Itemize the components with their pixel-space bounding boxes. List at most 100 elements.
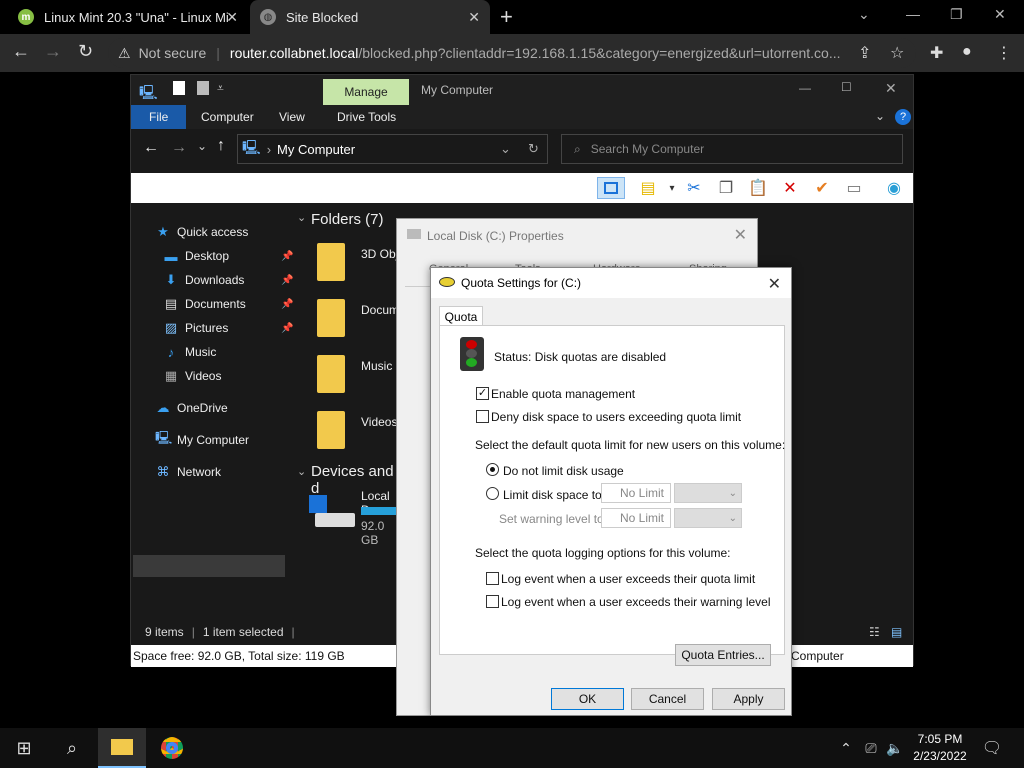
- folder-name[interactable]: 3D Obj: [361, 247, 398, 261]
- limit-unit-select[interactable]: ⌄: [674, 483, 742, 503]
- nav-label: Pictures: [185, 321, 229, 335]
- chevron-down-icon[interactable]: ⌄: [858, 6, 870, 23]
- cancel-button[interactable]: Cancel: [631, 688, 704, 710]
- folder-name[interactable]: Videos: [361, 415, 397, 429]
- system-clock[interactable]: 7:05 PM 2/23/2022: [908, 731, 972, 765]
- forward-arrow-icon[interactable]: →: [171, 139, 187, 157]
- close-icon[interactable]: ✕: [768, 274, 781, 294]
- nav-videos[interactable]: ▦ Videos: [163, 365, 222, 387]
- tab-file[interactable]: File: [131, 105, 187, 129]
- warning-unit-select[interactable]: ⌄: [674, 508, 742, 528]
- explorer-address-box[interactable]: 🖳 › My Computer ⌄ ↻: [237, 134, 548, 164]
- notification-icon[interactable]: 🗨: [978, 728, 1006, 768]
- search-input[interactable]: ⌕ Search My Computer: [561, 134, 903, 164]
- nav-downloads[interactable]: ⬇ Downloads 📌: [163, 269, 294, 291]
- copy-icon[interactable]: ❐: [715, 177, 737, 199]
- tab-view[interactable]: View: [269, 105, 315, 129]
- globe-icon[interactable]: ◉: [883, 177, 905, 199]
- windows-start-icon[interactable]: ⊞: [0, 728, 48, 768]
- chevron-down-icon[interactable]: ⌄: [297, 465, 306, 478]
- chevron-down-icon[interactable]: ▾: [661, 177, 683, 199]
- chevron-down-icon[interactable]: ⌄: [500, 141, 511, 157]
- dialog-title-bar: Quota Settings for (C:) ✕: [431, 268, 791, 298]
- chevron-down-icon[interactable]: ⌄: [297, 211, 306, 224]
- close-icon[interactable]: ✕: [468, 9, 480, 26]
- new-item-icon[interactable]: ▤: [637, 177, 659, 199]
- folder-name[interactable]: Docum: [361, 303, 399, 317]
- restore-icon[interactable]: ❐: [950, 6, 963, 23]
- limit-radio[interactable]: [486, 487, 499, 500]
- tab-site-blocked[interactable]: ◍ Site Blocked ✕: [250, 0, 490, 34]
- nav-desktop[interactable]: ▬ Desktop 📌: [163, 245, 294, 267]
- extensions-icon[interactable]: ✚: [930, 43, 943, 63]
- tab-quota[interactable]: Quota: [439, 306, 483, 326]
- no-limit-radio[interactable]: [486, 463, 499, 476]
- search-icon[interactable]: ⌕: [48, 728, 96, 768]
- properties-icon[interactable]: [173, 81, 185, 95]
- chrome-taskbar-icon[interactable]: [148, 728, 196, 768]
- delete-icon[interactable]: ✕: [779, 177, 801, 199]
- minimize-icon[interactable]: —: [906, 6, 920, 22]
- profile-icon[interactable]: ●: [962, 43, 972, 61]
- tab-linux-mint[interactable]: m Linux Mint 20.3 "Una" - Linux Mi ✕: [8, 0, 248, 34]
- chevron-down-icon[interactable]: ⌄: [875, 109, 885, 123]
- folders-header: Folders (7): [311, 211, 384, 228]
- apply-button[interactable]: Apply: [712, 688, 785, 710]
- star-icon[interactable]: ☆: [890, 43, 904, 63]
- log-limit-checkbox[interactable]: [486, 572, 499, 585]
- forward-button[interactable]: →: [44, 41, 62, 62]
- deny-space-checkbox[interactable]: [476, 410, 489, 423]
- network-icon[interactable]: ⎚: [860, 728, 882, 768]
- volume-icon[interactable]: 🔈: [884, 728, 906, 768]
- maximize-icon[interactable]: ☐: [841, 80, 852, 94]
- share-icon[interactable]: ⇪: [858, 43, 871, 63]
- rename-icon[interactable]: ✔: [811, 177, 833, 199]
- quota-status: Status: Disk quotas are disabled: [494, 350, 667, 364]
- nav-quick-access[interactable]: ★ Quick access: [155, 221, 248, 243]
- enable-quota-checkbox[interactable]: ✓: [476, 387, 489, 400]
- customize-quick-access-icon[interactable]: ⩡: [217, 81, 224, 96]
- close-window-icon[interactable]: ✕: [994, 6, 1006, 23]
- file-explorer-taskbar-icon[interactable]: [98, 728, 146, 768]
- nav-onedrive[interactable]: ☁ OneDrive: [155, 397, 228, 419]
- refresh-icon[interactable]: ↻: [528, 141, 539, 157]
- cut-icon[interactable]: ✂: [683, 177, 705, 199]
- limit-value-input[interactable]: No Limit: [601, 483, 671, 503]
- tab-drive-tools[interactable]: Drive Tools: [327, 105, 406, 129]
- help-icon[interactable]: ?: [895, 109, 911, 125]
- nav-my-computer[interactable]: 🖳 My Computer: [155, 429, 249, 451]
- folder-name[interactable]: Music: [361, 359, 392, 373]
- up-arrow-icon[interactable]: ↑: [217, 137, 225, 155]
- preview-pane-icon[interactable]: [597, 177, 625, 199]
- new-tab-button[interactable]: +: [500, 4, 513, 30]
- menu-icon[interactable]: ⋮: [996, 43, 1012, 63]
- close-icon[interactable]: ✕: [885, 80, 897, 97]
- paste-icon[interactable]: 📋: [747, 177, 769, 199]
- tiles-view-icon[interactable]: ▤: [891, 625, 902, 639]
- nav-network[interactable]: ⌘ Network: [155, 461, 222, 483]
- warning-value-input[interactable]: No Limit: [601, 508, 671, 528]
- close-icon[interactable]: ✕: [226, 9, 238, 26]
- back-arrow-icon[interactable]: ←: [143, 139, 159, 157]
- details-view-icon[interactable]: ☷: [869, 625, 880, 639]
- nav-documents[interactable]: ▤ Documents 📌: [163, 293, 294, 315]
- nav-pictures[interactable]: ▨ Pictures 📌: [163, 317, 294, 339]
- download-icon: ⬇: [165, 272, 177, 287]
- minimize-icon[interactable]: —: [799, 81, 811, 95]
- log-warning-checkbox[interactable]: [486, 595, 499, 608]
- recent-locations-icon[interactable]: ⌄: [197, 139, 207, 153]
- properties-icon[interactable]: ▭: [843, 177, 865, 199]
- tab-computer[interactable]: Computer: [191, 105, 264, 129]
- reload-button[interactable]: ↻: [78, 41, 93, 62]
- quota-entries-button[interactable]: Quota Entries...: [675, 644, 771, 666]
- chevron-up-icon[interactable]: ⌃: [836, 728, 856, 768]
- picture-icon: ▨: [164, 320, 178, 335]
- ok-button[interactable]: OK: [551, 688, 624, 710]
- manage-context-tab[interactable]: Manage: [323, 79, 409, 105]
- address-bar[interactable]: ⚠ Not secure | router.collabnet.local /b…: [108, 38, 916, 68]
- new-folder-icon[interactable]: [197, 81, 209, 95]
- item-count: 9 items: [145, 625, 184, 639]
- close-icon[interactable]: ✕: [734, 225, 747, 245]
- nav-music[interactable]: ♪ Music: [163, 341, 217, 363]
- back-button[interactable]: ←: [12, 41, 30, 62]
